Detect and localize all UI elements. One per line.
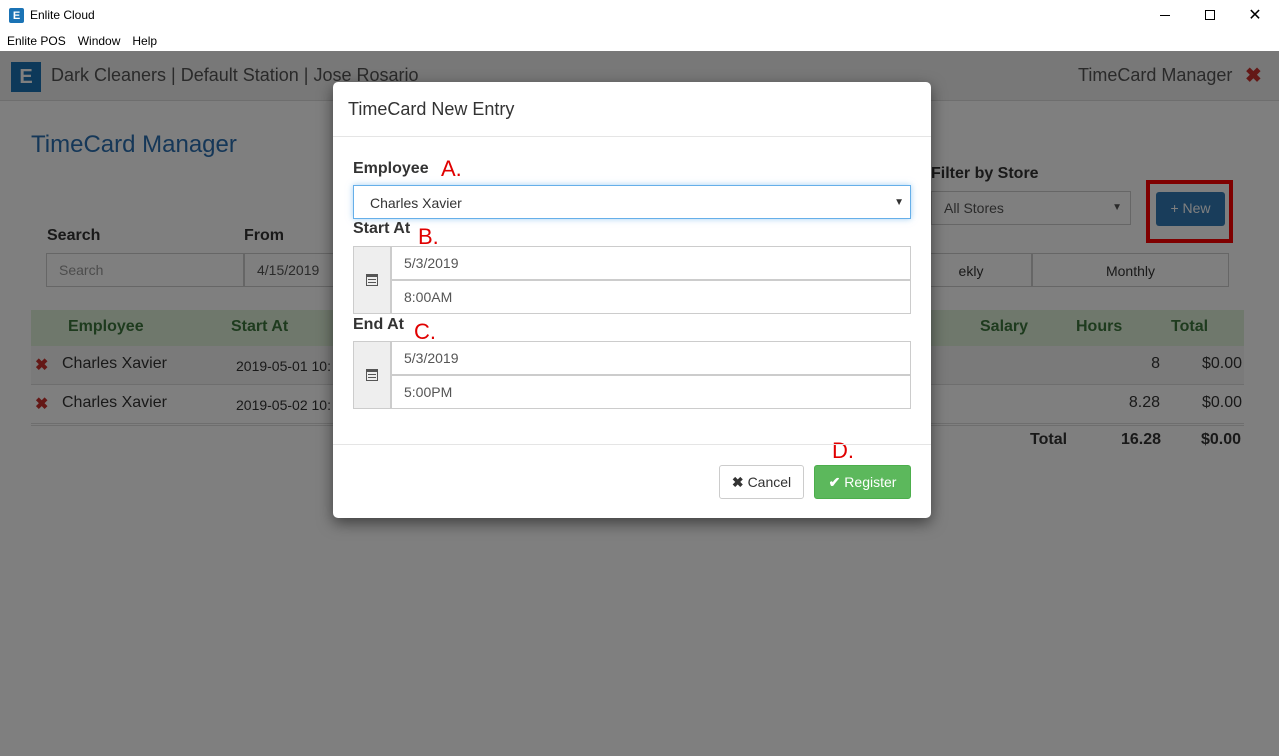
annotation-a: A. [441, 156, 462, 181]
check-icon: ✔ [828, 474, 841, 490]
maximize-button[interactable] [1187, 0, 1233, 30]
maximize-icon [1205, 10, 1215, 20]
window-titlebar: E Enlite Cloud ✕ [0, 0, 1279, 30]
end-date-input[interactable]: 5/3/2019 [391, 341, 911, 375]
window-title: Enlite Cloud [30, 8, 95, 22]
cancel-label: Cancel [747, 474, 792, 490]
close-icon: ✕ [1248, 7, 1262, 24]
close-button[interactable]: ✕ [1232, 0, 1278, 30]
minimize-icon [1160, 14, 1170, 16]
app-icon: E [9, 8, 24, 23]
modal-footer: ✖ Cancel ✔ Register [333, 444, 931, 518]
timecard-new-entry-dialog: TimeCard New Entry Employee A. Charles X… [333, 82, 931, 518]
start-at-label: Start At [353, 220, 411, 237]
register-button[interactable]: ✔ Register [814, 465, 911, 499]
start-time-input[interactable]: 8:00AM [391, 280, 911, 314]
register-label: Register [844, 474, 897, 490]
menu-window[interactable]: Window [78, 34, 121, 48]
start-date-input[interactable]: 5/3/2019 [391, 246, 911, 280]
minimize-button[interactable] [1142, 0, 1188, 30]
end-at-group: 5/3/2019 5:00PM [353, 341, 911, 409]
menu-enlite-pos[interactable]: Enlite POS [7, 34, 66, 48]
chevron-down-icon: ▼ [894, 197, 904, 208]
employee-select[interactable]: Charles Xavier ▼ [353, 185, 911, 219]
end-at-label: End At [353, 316, 404, 333]
employee-label: Employee [353, 160, 429, 177]
employee-select-value: Charles Xavier [370, 195, 462, 211]
calendar-icon [366, 369, 378, 381]
calendar-addon[interactable] [353, 341, 391, 409]
start-at-group: 5/3/2019 8:00AM [353, 246, 911, 314]
calendar-icon [366, 274, 378, 286]
menu-bar: Enlite POS Window Help [0, 30, 1279, 51]
close-icon: ✖ [731, 474, 744, 490]
modal-title: TimeCard New Entry [348, 99, 515, 119]
calendar-addon[interactable] [353, 246, 391, 314]
cancel-button[interactable]: ✖ Cancel [719, 465, 804, 499]
end-time-input[interactable]: 5:00PM [391, 375, 911, 409]
modal-header: TimeCard New Entry [333, 82, 931, 137]
menu-help[interactable]: Help [132, 34, 157, 48]
